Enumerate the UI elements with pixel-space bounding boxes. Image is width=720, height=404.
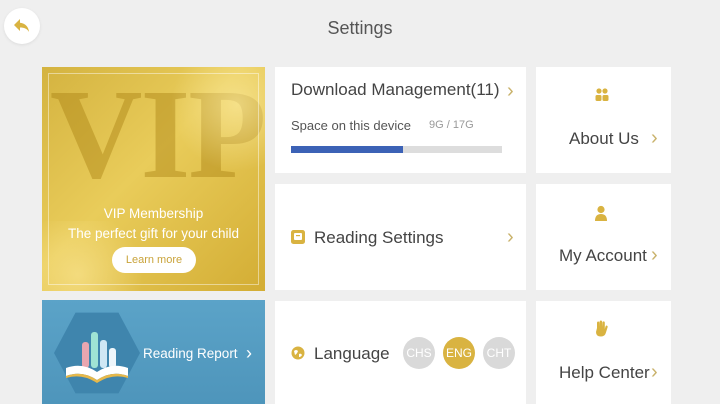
space-value: 9G / 17G <box>429 119 474 131</box>
vip-subtitle: The perfect gift for your child <box>67 226 240 241</box>
book-icon <box>291 230 305 244</box>
language-option-chs[interactable]: CHS <box>403 337 435 369</box>
language-option-eng[interactable]: ENG <box>443 337 475 369</box>
reading-report-card[interactable]: Reading Report › <box>42 300 265 404</box>
book-chart-icon <box>66 332 128 383</box>
vip-membership-card[interactable]: VIP VIP Membership The perfect gift for … <box>42 67 265 291</box>
learn-more-button[interactable]: Learn more <box>112 247 196 273</box>
my-account-label: My Account <box>559 246 647 265</box>
chevron-right-icon: › <box>507 226 514 248</box>
help-center-label: Help Center <box>559 363 650 382</box>
space-label: Space on this device <box>291 118 411 133</box>
reading-settings-card[interactable]: Reading Settings › <box>275 184 526 290</box>
globe-icon <box>291 346 305 360</box>
reading-report-label: Reading Report <box>143 346 238 361</box>
vip-title: VIP Membership <box>103 206 204 221</box>
help-center-card[interactable]: Help Center › <box>536 301 671 404</box>
user-icon <box>595 205 607 221</box>
chevron-right-icon: › <box>651 244 658 266</box>
chevron-right-icon: › <box>651 127 658 149</box>
reading-settings-label: Reading Settings <box>314 228 444 247</box>
my-account-card[interactable]: My Account › <box>536 184 671 290</box>
language-option-cht[interactable]: CHT <box>483 337 515 369</box>
language-card: Language CHS ENG CHT <box>275 301 526 404</box>
language-label: Language <box>314 344 390 363</box>
storage-progress-fill <box>291 146 403 153</box>
about-us-label: About Us <box>569 129 639 148</box>
people-icon <box>595 88 609 101</box>
download-management-title: Download Management(11) <box>291 80 500 99</box>
chevron-right-icon: › <box>507 80 514 102</box>
chevron-right-icon: › <box>651 361 658 383</box>
chevron-right-icon: › <box>246 343 252 363</box>
hand-icon <box>596 320 608 337</box>
storage-progress-bar <box>291 146 502 153</box>
download-management-card[interactable]: Download Management(11) › Space on this … <box>275 67 526 173</box>
page-title: Settings <box>327 18 393 38</box>
about-us-card[interactable]: About Us › <box>536 67 671 173</box>
